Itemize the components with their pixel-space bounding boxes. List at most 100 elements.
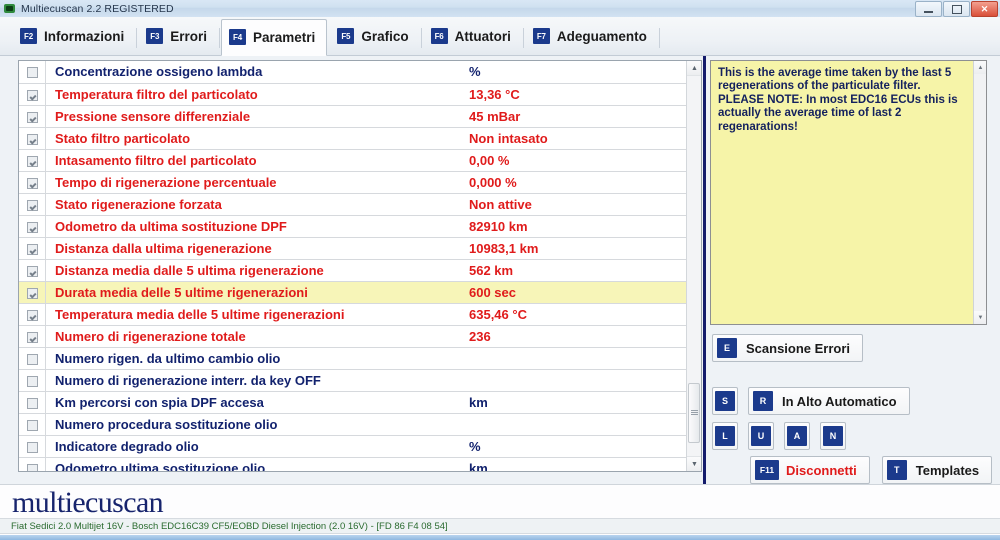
checkbox-icon[interactable] [26,353,38,365]
checkbox-icon[interactable] [26,375,38,387]
tab-grafico[interactable]: F5 Grafico [329,21,422,52]
row-checkbox-cell[interactable] [19,61,46,84]
parameter-name: Distanza media dalle 5 ultima rigenerazi… [45,259,460,282]
os-taskbar[interactable] [0,535,1000,540]
row-checkbox-cell[interactable] [19,83,46,106]
row-checkbox-cell[interactable] [19,413,46,436]
tab-label: Grafico [361,28,409,44]
row-checkbox-cell[interactable] [19,325,46,348]
table-row[interactable]: Numero di rigenerazione totale 236 [19,325,701,348]
checkbox-icon[interactable] [26,199,38,211]
table-vertical-scrollbar[interactable]: ▲ ▼ [686,61,701,471]
table-row[interactable]: Concentrazione ossigeno lambda % [19,61,701,84]
close-button[interactable]: ✕ [971,1,998,17]
l-button[interactable]: L [712,422,738,450]
parameter-value: 635,46 °C [460,303,701,326]
tab-informazioni[interactable]: F2 Informazioni [12,21,138,52]
u-button[interactable]: U [748,422,774,450]
parameter-name: Numero di rigenerazione interr. da key O… [45,369,460,392]
row-checkbox-cell[interactable] [19,171,46,194]
checkbox-icon[interactable] [26,243,38,255]
a-button[interactable]: A [784,422,810,450]
table-row[interactable]: Distanza media dalle 5 ultima rigenerazi… [19,259,701,282]
checkbox-icon[interactable] [26,309,38,321]
tab-adeguamento[interactable]: F7 Adeguamento [525,21,660,52]
row-checkbox-cell[interactable] [19,105,46,128]
row-checkbox-cell[interactable] [19,259,46,282]
row-checkbox-cell[interactable] [19,193,46,216]
table-row[interactable]: Pressione sensore differenziale 45 mBar [19,105,701,128]
n-button[interactable]: N [820,422,846,450]
fkey-badge-f7: F7 [532,28,550,44]
table-row[interactable]: Temperatura filtro del particolato 13,36… [19,83,701,106]
row-checkbox-cell[interactable] [19,369,46,392]
table-row[interactable]: Distanza dalla ultima rigenerazione 1098… [19,237,701,260]
checkbox-icon[interactable] [26,177,38,189]
row-checkbox-cell[interactable] [19,127,46,150]
checkbox-icon[interactable] [26,463,38,471]
table-row[interactable]: Intasamento filtro del particolato 0,00 … [19,149,701,172]
scan-errors-button[interactable]: E Scansione Errori [712,334,864,362]
checkbox-icon[interactable] [26,287,38,299]
footer: multiecuscan Fiat Sedici 2.0 Multijet 16… [0,484,1000,540]
maximize-button[interactable] [943,1,970,17]
row-checkbox-cell[interactable] [19,215,46,238]
auto-top-label: In Alto Automatico [782,393,897,409]
table-row[interactable]: Stato rigenerazione forzata Non attive [19,193,701,216]
auto-top-button[interactable]: R In Alto Automatico [748,387,910,415]
note-vertical-scrollbar[interactable]: ▲ ▼ [973,61,986,324]
parameter-name: Tempo di rigenerazione percentuale [45,171,460,194]
checkbox-icon[interactable] [26,133,38,145]
scroll-up-icon[interactable]: ▲ [687,61,701,76]
checkbox-icon[interactable] [26,265,38,277]
table-row[interactable]: Odometro da ultima sostituzione DPF 8291… [19,215,701,238]
checkbox-icon[interactable] [26,397,38,409]
checkbox-icon[interactable] [26,441,38,453]
row-checkbox-cell[interactable] [19,347,46,370]
checkbox-icon[interactable] [26,67,38,79]
checkbox-icon[interactable] [26,221,38,233]
table-row[interactable]: Stato filtro particolato Non intasato [19,127,701,150]
checkbox-icon[interactable] [26,331,38,343]
table-row-selected[interactable]: Durata media delle 5 ultime rigenerazion… [19,281,701,304]
tab-attuatori[interactable]: F6 Attuatori [423,21,524,52]
fkey-badge-f6: F6 [430,28,448,44]
row-checkbox-cell[interactable] [19,237,46,260]
scrollbar-thumb[interactable] [688,383,700,443]
table-row[interactable]: Numero di rigenerazione interr. da key O… [19,369,701,392]
table-row[interactable]: Indicatore degrado olio % [19,435,701,458]
tab-errori[interactable]: F3 Errori [138,21,221,52]
parameter-name: Numero rigen. da ultimo cambio olio [45,347,460,370]
table-row[interactable]: Numero procedura sostituzione olio [19,413,701,436]
row-checkbox-cell[interactable] [19,391,46,414]
note-scroll-up-icon[interactable]: ▲ [974,61,986,74]
parameter-name: Indicatore degrado olio [45,435,460,458]
row-checkbox-cell[interactable] [19,435,46,458]
table-row[interactable]: Tempo di rigenerazione percentuale 0,000… [19,171,701,194]
control-row-secondary: L U A N [712,422,846,450]
row-checkbox-cell[interactable] [19,281,46,304]
checkbox-icon[interactable] [26,155,38,167]
row-checkbox-cell[interactable] [19,149,46,172]
fkey-badge-f5: F5 [337,28,355,44]
note-scroll-down-icon[interactable]: ▼ [974,311,986,324]
table-row-partial[interactable]: Odometro ultima sostituzione olio km [19,457,701,471]
main-tab-bar: F2 Informazioni F3 Errori F4 Parametri F… [0,17,1000,56]
parameter-name: Intasamento filtro del particolato [45,149,460,172]
table-row[interactable]: Temperatura media delle 5 ultime rigener… [19,303,701,326]
tab-parametri[interactable]: F4 Parametri [221,18,328,56]
table-row[interactable]: Numero rigen. da ultimo cambio olio [19,347,701,370]
row-checkbox-cell[interactable] [19,457,46,471]
templates-button[interactable]: T Templates [881,456,993,484]
minimize-button[interactable] [915,1,942,17]
stop-button[interactable]: S [712,387,738,415]
table-row[interactable]: Km percorsi con spia DPF accesa km [19,391,701,414]
disconnect-button[interactable]: F11 Disconnetti [750,456,870,484]
shortcut-key-a: A [787,426,807,446]
checkbox-icon[interactable] [26,419,38,431]
scroll-down-icon[interactable]: ▼ [687,456,701,471]
row-checkbox-cell[interactable] [19,303,46,326]
parameter-value: 562 km [460,259,701,282]
checkbox-icon[interactable] [26,89,38,101]
checkbox-icon[interactable] [26,111,38,123]
